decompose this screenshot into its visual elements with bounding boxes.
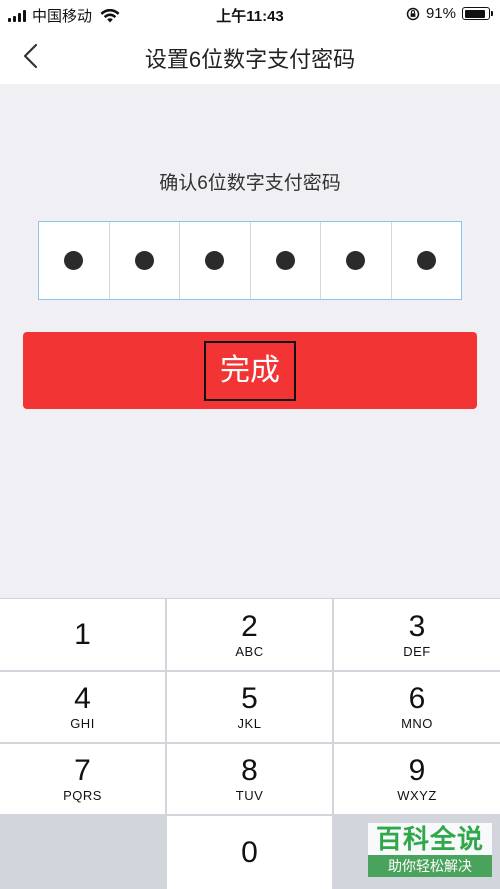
status-right: 91% bbox=[406, 5, 493, 22]
key-letters: WXYZ bbox=[397, 788, 437, 803]
key-5[interactable]: 5 JKL bbox=[167, 672, 332, 742]
pin-cell bbox=[321, 222, 392, 299]
key-number: 2 bbox=[241, 609, 258, 643]
key-letters: TUV bbox=[235, 788, 264, 803]
key-7[interactable]: 7 PQRS bbox=[0, 744, 165, 814]
key-number: 4 bbox=[74, 682, 91, 715]
battery-fill bbox=[464, 9, 486, 18]
pin-cell bbox=[180, 222, 251, 299]
pin-cell bbox=[251, 222, 321, 299]
pin-dot bbox=[346, 251, 366, 270]
status-bar: 中国移动 上午11:43 91% bbox=[0, 0, 500, 28]
done-button-label: 完成 bbox=[204, 340, 296, 401]
done-button[interactable]: 完成 bbox=[23, 332, 477, 409]
key-letters: ABC bbox=[235, 643, 264, 659]
watermark-title: 百科全说 bbox=[368, 823, 492, 855]
key-0[interactable]: 0 bbox=[167, 816, 332, 889]
battery-percent: 91% bbox=[425, 5, 456, 22]
pin-prompt: 确认6位数字支付密码 bbox=[159, 173, 341, 194]
key-letters: MNO bbox=[401, 716, 433, 731]
page-title: 设置6位数字支付密码 bbox=[144, 47, 356, 72]
watermark-logo: 百科全说 助你轻松解决 bbox=[368, 823, 492, 883]
key-number: 7 bbox=[74, 754, 91, 787]
pin-cell bbox=[392, 222, 462, 299]
key-2[interactable]: 2 ABC bbox=[167, 599, 332, 670]
nav-bar: 设置6位数字支付密码 bbox=[0, 28, 500, 84]
key-6[interactable]: 6 MNO bbox=[334, 672, 500, 742]
key-number: 8 bbox=[241, 754, 258, 787]
key-letters: DEF bbox=[403, 643, 431, 659]
key-8[interactable]: 8 TUV bbox=[167, 744, 332, 814]
key-number: 6 bbox=[408, 682, 426, 715]
key-number: 1 bbox=[74, 617, 91, 651]
watermark-subtitle: 助你轻松解决 bbox=[368, 855, 492, 877]
key-number: 9 bbox=[408, 754, 426, 787]
key-number: 5 bbox=[241, 682, 258, 715]
pin-dot bbox=[275, 251, 295, 270]
pin-dot bbox=[416, 251, 436, 270]
key-3[interactable]: 3 DEF bbox=[334, 599, 500, 670]
key-letters: JKL bbox=[237, 716, 262, 731]
key-number: 3 bbox=[408, 609, 426, 643]
key-1[interactable]: 1 bbox=[0, 599, 165, 670]
rotation-lock-icon bbox=[406, 7, 420, 20]
key-letters: GHI bbox=[70, 716, 95, 731]
pin-dot bbox=[205, 251, 225, 270]
key-4[interactable]: 4 GHI bbox=[0, 672, 165, 742]
pin-dot bbox=[64, 251, 84, 270]
battery-icon bbox=[462, 7, 493, 20]
key-number: 0 bbox=[241, 835, 258, 869]
pin-dot bbox=[134, 251, 154, 270]
pin-cell bbox=[39, 222, 110, 299]
key-9[interactable]: 9 WXYZ bbox=[334, 744, 500, 814]
pin-input[interactable] bbox=[38, 221, 462, 300]
key-letters: PQRS bbox=[63, 788, 102, 803]
pin-cell bbox=[110, 222, 180, 299]
key-blank bbox=[0, 816, 165, 889]
